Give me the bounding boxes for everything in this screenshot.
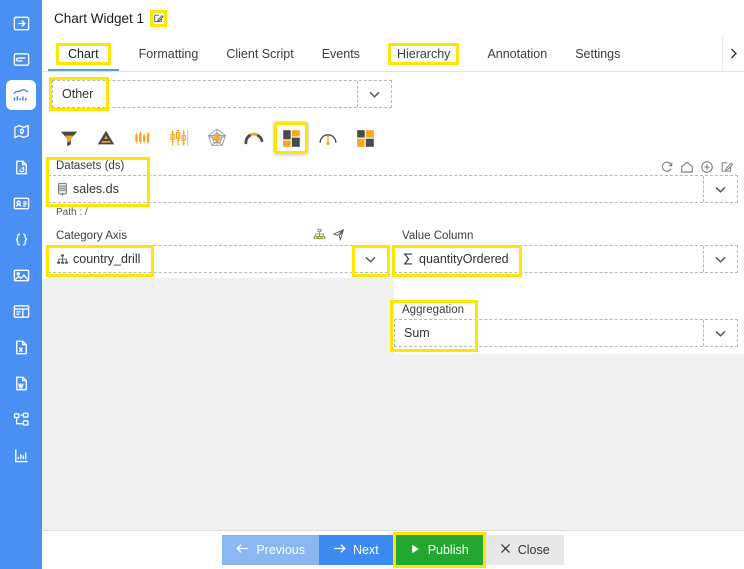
main-panel: Chart Widget 1 Chart Formatting Client S… bbox=[42, 0, 744, 569]
widget-title-bar: Chart Widget 1 bbox=[42, 0, 744, 36]
chart-type-needle-gauge-chart[interactable] bbox=[311, 122, 345, 154]
chevron-down-icon[interactable] bbox=[703, 246, 737, 272]
chart-type-radar-chart[interactable] bbox=[200, 122, 234, 154]
dataset-path-text: Path : / bbox=[56, 207, 88, 218]
play-triangle-icon bbox=[410, 543, 421, 558]
dataset-actions bbox=[660, 160, 734, 174]
sidebar-item-image-widget[interactable] bbox=[6, 260, 36, 290]
tab-chart-label: Chart bbox=[56, 42, 111, 65]
chart-type-funnel-chart[interactable] bbox=[52, 122, 86, 154]
tab-formatting[interactable]: Formatting bbox=[125, 36, 213, 71]
footer-actions: Previous Next Publish Close bbox=[42, 530, 744, 569]
close-button-label: Close bbox=[517, 543, 550, 557]
close-button[interactable]: Close bbox=[485, 535, 564, 565]
tab-settings-label: Settings bbox=[575, 46, 621, 61]
edit-pencil-icon[interactable] bbox=[150, 9, 168, 27]
sidebar-item-map-widget[interactable] bbox=[6, 116, 36, 146]
tab-hierarchy-label: Hierarchy bbox=[387, 42, 460, 65]
page-title: Chart Widget 1 bbox=[54, 10, 145, 26]
previous-button-label: Previous bbox=[256, 543, 305, 557]
axis-row: Category Axis country_drill Value Column… bbox=[42, 228, 744, 277]
tab-annotation[interactable]: Annotation bbox=[473, 36, 561, 71]
edit-pencil-icon[interactable] bbox=[720, 160, 734, 174]
tab-client-script-label: Client Script bbox=[226, 46, 294, 61]
chart-type-arc-gauge-chart[interactable] bbox=[237, 122, 271, 154]
aggregation-value: Sum bbox=[404, 326, 430, 340]
tab-events[interactable]: Events bbox=[308, 36, 374, 71]
home-icon[interactable] bbox=[680, 160, 694, 174]
send-arrow-icon[interactable] bbox=[332, 228, 346, 242]
chart-tab-content: Other Datasets (ds) sales.ds Path: / Ca… bbox=[42, 72, 744, 530]
tab-settings[interactable]: Settings bbox=[561, 36, 634, 71]
tab-chart[interactable]: Chart bbox=[42, 36, 125, 71]
hierarchy-org-icon bbox=[56, 253, 69, 266]
chart-type-candlestick-chart[interactable] bbox=[126, 122, 160, 154]
close-x-icon bbox=[500, 543, 511, 557]
tab-formatting-label: Formatting bbox=[138, 46, 199, 61]
chart-family-select[interactable]: Other bbox=[49, 77, 392, 111]
close-button-wrap: Close bbox=[485, 535, 564, 565]
aggregation-field: Aggregation Sum bbox=[390, 300, 738, 352]
chevron-down-icon[interactable] bbox=[703, 320, 737, 346]
chart-type-toolbar bbox=[52, 120, 732, 156]
chevron-down-icon[interactable] bbox=[353, 246, 387, 272]
sidebar-item-bar-chart[interactable] bbox=[6, 440, 36, 470]
chevron-down-icon[interactable] bbox=[703, 176, 737, 202]
next-button[interactable]: Next bbox=[318, 535, 393, 565]
sidebar-item-expand-panel[interactable] bbox=[6, 8, 36, 38]
category-axis-value: country_drill bbox=[73, 252, 141, 266]
left-sidebar bbox=[0, 0, 42, 569]
sidebar-item-form-layout[interactable] bbox=[6, 44, 36, 74]
next-button-label: Next bbox=[352, 543, 379, 557]
publish-button-wrap: Publish bbox=[392, 532, 486, 568]
publish-button-label: Publish bbox=[427, 543, 469, 557]
previous-button-wrap: Previous bbox=[222, 535, 319, 565]
database-stack-icon bbox=[56, 182, 69, 196]
sidebar-item-chart-widget[interactable] bbox=[6, 80, 36, 110]
value-column-value: quantityOrdered bbox=[419, 252, 509, 266]
value-column-label: Value Column bbox=[402, 230, 474, 242]
hierarchy-org-icon[interactable] bbox=[313, 228, 327, 242]
category-axis-actions bbox=[313, 228, 346, 242]
plus-circle-icon[interactable] bbox=[700, 160, 714, 174]
datasets-value: sales.ds bbox=[73, 182, 119, 196]
chart-type-treemap-chart[interactable] bbox=[274, 122, 308, 154]
previous-button[interactable]: Previous bbox=[222, 535, 319, 565]
chevron-down-icon[interactable] bbox=[357, 81, 391, 107]
sidebar-item-word-export[interactable] bbox=[6, 368, 36, 398]
sidebar-item-document-sync[interactable] bbox=[6, 152, 36, 182]
tab-bar: Chart Formatting Client Script Events Hi… bbox=[42, 36, 744, 72]
category-axis-field: Category Axis country_drill bbox=[46, 228, 390, 277]
chevron-right-icon[interactable] bbox=[722, 36, 744, 71]
value-column-field: Value Column quantityOrdered bbox=[392, 230, 738, 277]
chart-type-pyramid-chart[interactable] bbox=[89, 122, 123, 154]
sidebar-item-window-panel[interactable] bbox=[6, 296, 36, 326]
datasets-field: Datasets (ds) sales.ds Path: / bbox=[46, 157, 738, 222]
aggregation-label: Aggregation bbox=[402, 304, 465, 316]
refresh-icon[interactable] bbox=[660, 160, 674, 174]
sigma-sum-icon bbox=[402, 252, 415, 266]
aggregation-row: Aggregation Sum bbox=[42, 300, 744, 352]
chart-family-value: Other bbox=[62, 87, 94, 101]
sidebar-item-code-block[interactable] bbox=[6, 224, 36, 254]
next-button-wrap: Next bbox=[318, 535, 393, 565]
sidebar-item-excel-export[interactable] bbox=[6, 332, 36, 362]
chart-widget-designer: Chart Widget 1 Chart Formatting Client S… bbox=[0, 0, 744, 569]
tab-client-script[interactable]: Client Script bbox=[212, 36, 307, 71]
tab-annotation-label: Annotation bbox=[487, 46, 548, 61]
publish-button[interactable]: Publish bbox=[395, 535, 483, 565]
tab-hierarchy[interactable]: Hierarchy bbox=[374, 36, 474, 71]
chart-type-tilemap-chart[interactable] bbox=[348, 122, 382, 154]
chart-type-boxplot-chart[interactable] bbox=[163, 122, 197, 154]
arrow-right-icon bbox=[333, 543, 346, 557]
sidebar-item-tree-view[interactable] bbox=[6, 404, 36, 434]
tab-events-label: Events bbox=[321, 46, 360, 61]
sidebar-item-id-card[interactable] bbox=[6, 188, 36, 218]
datasets-label: Datasets (ds) bbox=[56, 160, 125, 172]
arrow-left-icon bbox=[236, 543, 249, 557]
